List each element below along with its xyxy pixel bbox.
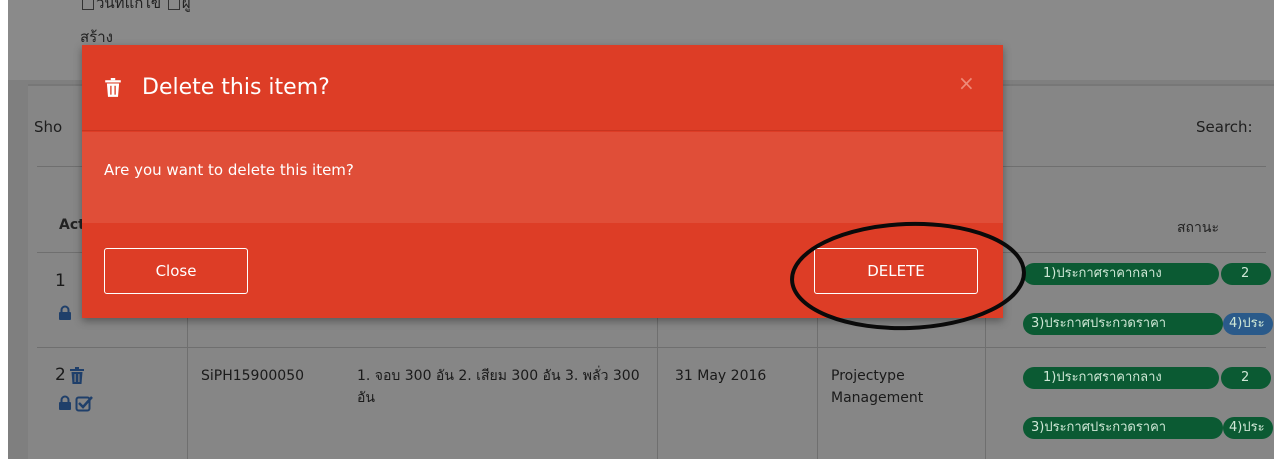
- trash-icon: [105, 78, 121, 97]
- close-icon[interactable]: ×: [958, 71, 975, 95]
- modal-title: Delete this item?: [142, 75, 330, 100]
- delete-confirm-modal: Delete this item? × Are you want to dele…: [82, 45, 1003, 318]
- modal-message: Are you want to delete this item?: [104, 161, 354, 179]
- modal-header: Delete this item? ×: [82, 45, 1003, 131]
- delete-button[interactable]: DELETE: [814, 248, 978, 294]
- close-button[interactable]: Close: [104, 248, 248, 294]
- modal-footer: Close DELETE: [82, 223, 1003, 318]
- modal-body: Are you want to delete this item?: [82, 132, 1003, 223]
